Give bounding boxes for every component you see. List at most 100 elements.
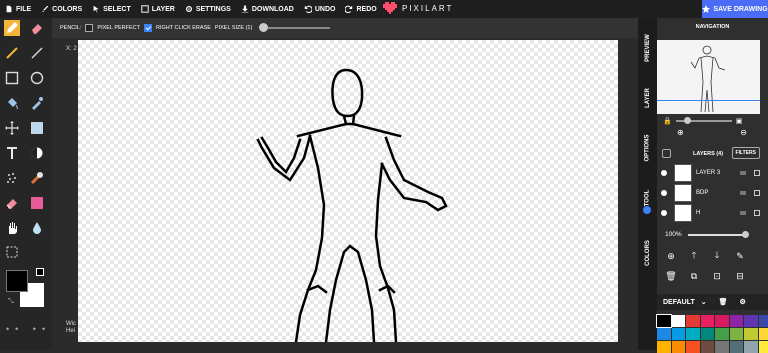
blur-tool[interactable] [29,220,45,236]
color-swatch[interactable] [715,315,729,327]
right-click-erase-checkbox[interactable] [144,24,152,32]
navigation-zoom-slider[interactable] [676,120,732,122]
color-swatch[interactable] [759,315,768,327]
palette-name[interactable]: DEFAULT [663,299,695,306]
color-swatch[interactable] [715,341,729,353]
layer-select-checkbox[interactable] [754,190,760,196]
visibility-icon[interactable] [661,210,667,216]
menu-redo[interactable]: REDO [340,0,381,18]
visibility-icon[interactable] [661,190,667,196]
color-swatch[interactable] [701,341,715,353]
palette-settings-icon[interactable]: ⚙ [740,298,746,306]
filters-button[interactable]: FILTERS [732,147,760,159]
navigation-preview[interactable] [657,40,760,114]
tab-layer[interactable]: LAYER [638,78,657,118]
color-swatch[interactable] [657,315,671,327]
circle-tool[interactable] [29,70,45,86]
color-swatch[interactable] [759,328,768,340]
stamp-tool[interactable] [29,170,45,186]
chevron-down-icon[interactable]: ⌄ [701,298,707,306]
eraser-tool[interactable] [29,20,45,36]
duplicate-layer-icon[interactable]: ⧉ [688,270,700,282]
tab-options[interactable]: OPTIONS [638,118,657,178]
visibility-icon[interactable] [661,170,667,176]
spray-tool[interactable] [4,170,20,186]
menu-layer[interactable]: LAYER [136,0,180,18]
crop-nav-icon[interactable]: ▣ [736,117,743,125]
pixel-size-slider[interactable] [260,27,330,29]
eyedropper-tool[interactable] [29,95,45,111]
merge-up-icon[interactable]: ⊡ [711,270,723,282]
color-swatch[interactable] [730,328,744,340]
move-layer-down-icon[interactable]: 🡓 [711,250,723,262]
color-swatch[interactable] [686,328,700,340]
hand-tool[interactable] [4,220,20,236]
crop-tool[interactable] [4,244,20,260]
eraser-alt-tool[interactable] [4,195,20,211]
selection-tool[interactable] [29,120,45,136]
color-swatch[interactable] [744,315,758,327]
menu-file[interactable]: FILE [0,0,36,18]
color-swatch[interactable] [657,328,671,340]
color-swatch[interactable] [701,328,715,340]
menu-select[interactable]: SELECT [87,0,136,18]
opacity-slider[interactable] [688,234,746,236]
line-tool[interactable] [29,45,45,61]
color-swatch[interactable] [730,341,744,353]
color-swatch[interactable] [672,315,686,327]
swap-colors-icon[interactable] [36,268,44,276]
layer-row[interactable]: LAYER 3 [657,163,760,183]
pencil-tool[interactable] [4,20,20,36]
tab-preview[interactable]: PREVIEW [638,18,657,78]
zoom-out-icon[interactable]: ⊖ [740,128,747,137]
add-layer-icon[interactable]: ⊕ [665,250,677,262]
layer-thumbnail [674,184,692,202]
color-swatch[interactable] [686,315,700,327]
layer-select-checkbox[interactable] [754,170,760,176]
color-swatch[interactable] [759,341,768,353]
navigation-zoom-slider-knob[interactable] [684,117,691,124]
color-swatch[interactable] [744,328,758,340]
edit-layer-icon[interactable]: ✎ [734,250,746,262]
delete-layer-icon[interactable]: 🗑 [665,270,677,282]
move-layer-up-icon[interactable]: 🡑 [688,250,700,262]
opacity-slider-knob[interactable] [742,231,749,238]
layer-select-checkbox[interactable] [754,210,760,216]
layer-settings-icon[interactable] [662,149,671,158]
layer-lock-icon[interactable] [740,211,746,215]
color-swatch[interactable] [672,328,686,340]
move-tool[interactable] [4,120,20,136]
layer-row[interactable]: H [657,203,760,223]
menu-download[interactable]: DOWNLOAD [236,0,299,18]
more-tools-icon[interactable]: •• •• [6,324,51,334]
color-swatch[interactable] [744,341,758,353]
menu-colors[interactable]: COLORS [36,0,87,18]
color-swatch[interactable] [686,341,700,353]
line-brush-tool[interactable] [4,45,20,61]
zoom-in-icon[interactable]: ⊕ [677,128,684,137]
fill-bucket-tool[interactable] [4,95,20,111]
dither-tool[interactable] [29,145,45,161]
gradient-tool[interactable] [29,195,45,211]
menu-undo[interactable]: UNDO [299,0,341,18]
color-swatch[interactable] [672,341,686,353]
pixel-size-slider-knob[interactable] [259,23,268,32]
tab-colors[interactable]: COLORS [638,228,657,278]
color-swatch[interactable] [657,341,671,353]
color-swatch[interactable] [715,328,729,340]
menu-settings[interactable]: SETTINGS [180,0,236,18]
text-tool[interactable] [4,145,20,161]
save-drawing-button[interactable]: SAVE DRAWING [702,0,768,18]
lock-icon[interactable]: 🔒 [663,117,672,125]
delete-palette-icon[interactable]: 🗑 [719,298,728,306]
layer-lock-icon[interactable] [740,191,746,195]
merge-down-icon[interactable]: ⊟ [734,270,746,282]
reset-colors-icon[interactable]: ⤡ [8,298,14,306]
color-swatch[interactable] [701,315,715,327]
rectangle-tool[interactable] [4,70,20,86]
layer-lock-icon[interactable] [740,171,746,175]
layer-row[interactable]: BDP [657,183,760,203]
color-swatch[interactable] [730,315,744,327]
drawing-canvas[interactable] [78,40,618,342]
pixel-perfect-checkbox[interactable] [85,24,93,32]
